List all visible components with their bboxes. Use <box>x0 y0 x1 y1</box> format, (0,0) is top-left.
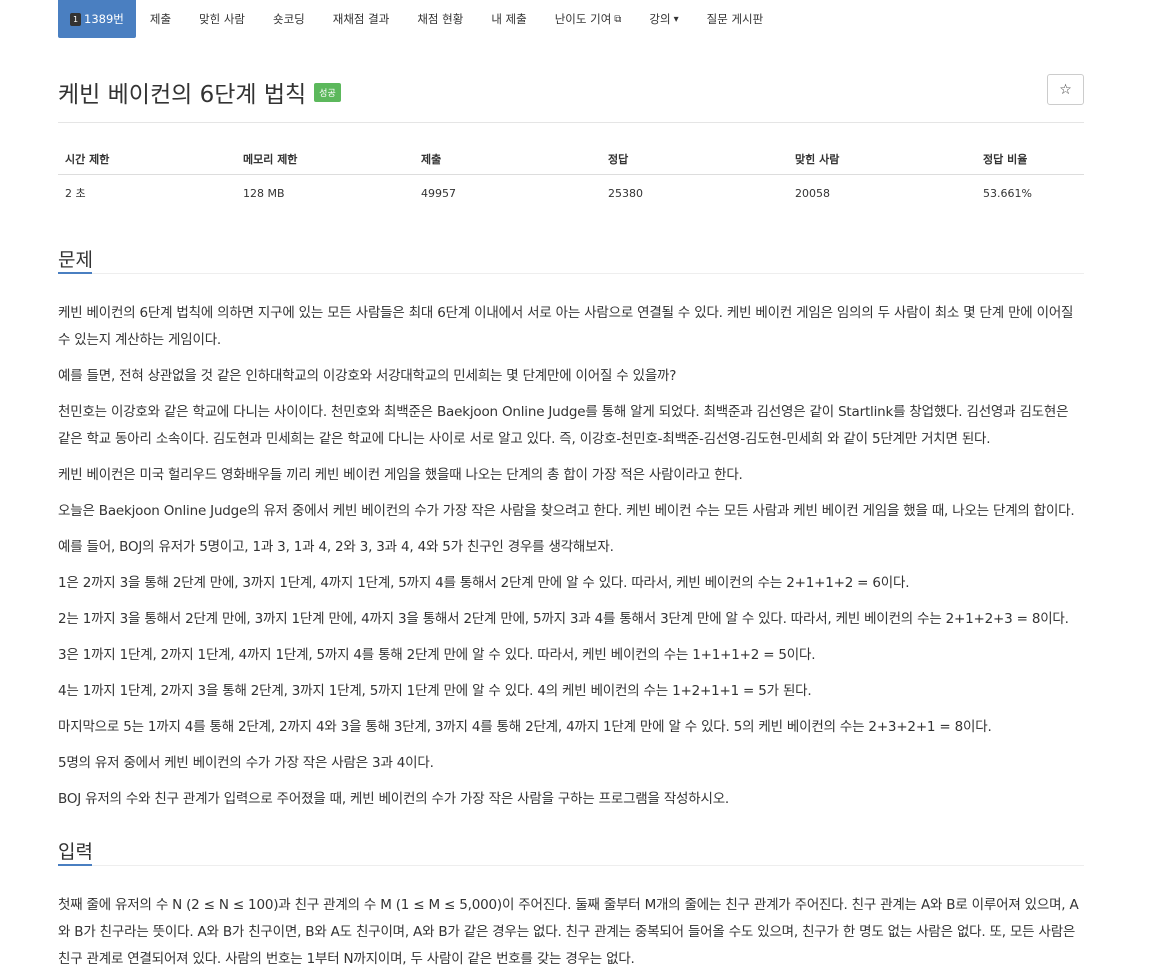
header-accepted: 정답 <box>601 146 788 175</box>
problem-title: 케빈 베이컨의 6단계 법칙 <box>58 82 307 108</box>
problem-nav-tabs: 1 1389번 제출 맞힌 사람 숏코딩 재채점 결과 채점 현황 내 제출 난… <box>58 0 1084 38</box>
table-row: 2 초 128 MB 49957 25380 20058 53.661% <box>58 175 1084 202</box>
tab-question-board[interactable]: 질문 게시판 <box>693 0 778 38</box>
tab-short-coding[interactable]: 숏코딩 <box>259 0 319 38</box>
status-badge: 성공 <box>314 82 341 102</box>
problem-paragraph: 5명의 유저 중에서 케빈 베이컨의 수가 가장 작은 사람은 3과 4이다. <box>58 755 434 771</box>
problem-header: 케빈 베이컨의 6단계 법칙 성공 ☆ <box>58 38 1084 123</box>
external-link-icon: ⧉ <box>614 13 622 25</box>
section-underline <box>58 864 92 866</box>
problem-section-header: 문제 <box>58 239 1084 274</box>
problem-paragraph: 오늘은 Baekjoon Online Judge의 유저 중에서 케빈 베이컨… <box>58 503 1075 519</box>
page-container: 1 1389번 제출 맞힌 사람 숏코딩 재채점 결과 채점 현황 내 제출 난… <box>58 0 1084 973</box>
input-section-header: 입력 <box>58 831 1084 866</box>
problem-paragraph: 천민호는 이강호와 같은 학교에 다니는 사이이다. 천민호와 최백준은 Bae… <box>58 404 1069 447</box>
tab-problem-number[interactable]: 1 1389번 <box>58 0 136 38</box>
header-accept-ratio: 정답 비율 <box>976 146 1084 175</box>
value-time-limit: 2 초 <box>65 187 86 200</box>
section-underline <box>58 272 92 274</box>
problem-paragraph: 예를 들면, 전혀 상관없을 것 같은 인하대학교의 이강호와 서강대학교의 민… <box>58 368 677 384</box>
problem-paragraph: 케빈 베이컨은 미국 헐리우드 영화배우들 끼리 케빈 베이컨 게임을 했을때 … <box>58 467 743 483</box>
problem-section-title: 문제 <box>58 249 93 271</box>
value-solvers: 20058 <box>795 186 830 200</box>
problem-paragraph: BOJ 유저의 수와 친구 관계가 입력으로 주어졌을 때, 케빈 베이컨의 수… <box>58 791 730 807</box>
header-submissions: 제출 <box>414 146 601 175</box>
input-description: 첫째 줄에 유저의 수 N (2 ≤ N ≤ 100)과 친구 관계의 수 M … <box>58 892 1084 973</box>
problem-paragraph: 4는 1까지 1단계, 2까지 3을 통해 2단계, 3까지 1단계, 5까지 … <box>58 683 812 699</box>
input-section-title: 입력 <box>58 841 93 863</box>
tab-solvers[interactable]: 맞힌 사람 <box>185 0 259 38</box>
tab-lectures-dropdown[interactable]: 강의 ▾ <box>635 0 692 38</box>
problem-description: 케빈 베이컨의 6단계 법칙에 의하면 지구에 있는 모든 사람들은 최대 6단… <box>58 300 1084 813</box>
value-memory-limit: 128 MB <box>243 186 285 200</box>
value-accepted: 25380 <box>608 186 643 200</box>
caret-down-icon: ▾ <box>673 13 679 25</box>
tab-rejudge-results[interactable]: 재채점 결과 <box>319 0 404 38</box>
table-header-row: 시간 제한 메모리 제한 제출 정답 맞힌 사람 정답 비율 <box>58 146 1084 175</box>
page-title: 케빈 베이컨의 6단계 법칙 성공 <box>58 75 341 109</box>
problem-info-table: 시간 제한 메모리 제한 제출 정답 맞힌 사람 정답 비율 2 초 128 M… <box>58 146 1084 201</box>
header-time-limit: 시간 제한 <box>58 146 236 175</box>
problem-level-icon: 1 <box>70 12 81 26</box>
favorite-button[interactable]: ☆ <box>1047 74 1084 105</box>
tab-submit[interactable]: 제출 <box>136 0 185 38</box>
problem-paragraph: 케빈 베이컨의 6단계 법칙에 의하면 지구에 있는 모든 사람들은 최대 6단… <box>58 305 1074 348</box>
tab-lectures-label: 강의 <box>649 12 671 26</box>
problem-paragraph: 마지막으로 5는 1까지 4를 통해 2단계, 2까지 4와 3을 통해 3단계… <box>58 719 992 735</box>
problem-paragraph: 예를 들어, BOJ의 유저가 5명이고, 1과 3, 1과 4, 2와 3, … <box>58 539 614 555</box>
header-solvers: 맞힌 사람 <box>788 146 976 175</box>
problem-paragraph: 1은 2까지 3을 통해 2단계 만에, 3까지 1단계, 4까지 1단계, 5… <box>58 575 910 591</box>
header-memory-limit: 메모리 제한 <box>236 146 414 175</box>
star-icon: ☆ <box>1059 81 1072 98</box>
problem-paragraph: 2는 1까지 3을 통해서 2단계 만에, 3까지 1단계 만에, 4까지 3을… <box>58 611 1069 627</box>
input-paragraph: 첫째 줄에 유저의 수 N (2 ≤ N ≤ 100)과 친구 관계의 수 M … <box>58 897 1079 967</box>
tab-difficulty-contribution[interactable]: 난이도 기여 ⧉ <box>541 0 636 38</box>
tab-judge-status[interactable]: 채점 현황 <box>403 0 477 38</box>
tab-problem-number-label: 1389번 <box>84 12 124 26</box>
value-submissions: 49957 <box>421 186 456 200</box>
tab-my-submissions[interactable]: 내 제출 <box>477 0 540 38</box>
tab-difficulty-label: 난이도 기여 <box>554 12 612 26</box>
value-accept-ratio: 53.661% <box>983 186 1032 200</box>
problem-paragraph: 3은 1까지 1단계, 2까지 1단계, 4까지 1단계, 5까지 4를 통해 … <box>58 647 816 663</box>
